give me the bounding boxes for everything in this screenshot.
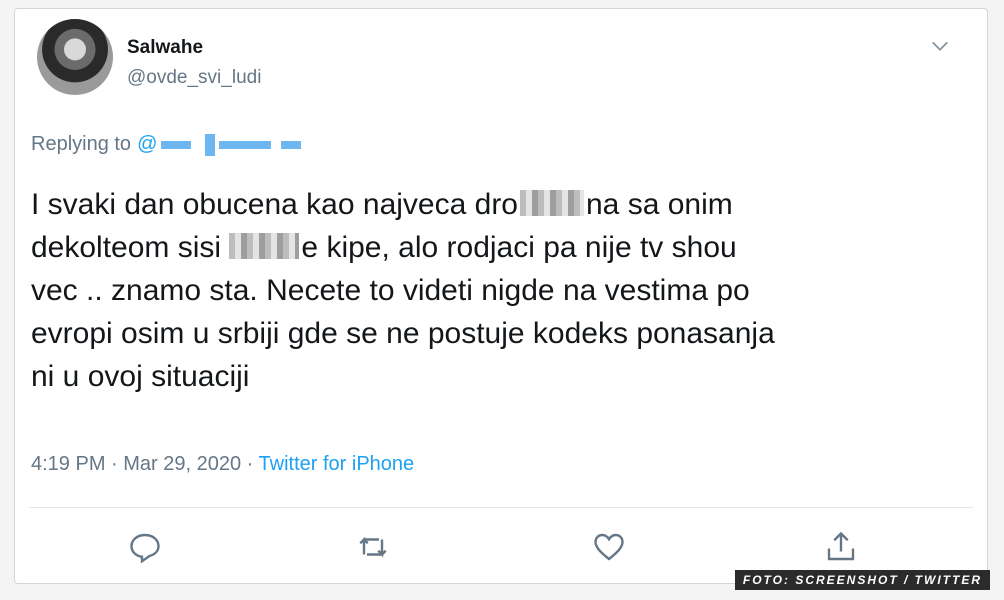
tweet-text-line: I svaki dan obucena kao najveca dro [31,188,518,221]
tweet-date[interactable]: Mar 29, 2020 [123,453,241,475]
pixelated-word [229,233,300,259]
chevron-down-icon[interactable] [929,35,951,57]
avatar[interactable] [37,19,113,95]
redacted-block [219,140,272,149]
redacted-block [205,133,216,156]
photo-credit-watermark: FOTO: SCREENSHOT / TWITTER [734,570,990,590]
tweet-text-line: na sa onim [586,188,733,221]
tweet-text-line: e kipe, alo rodjaci pa nije tv shou [301,231,737,264]
replying-handle-at: @ [137,133,158,155]
tweet-text-line: evropi osim u srbiji gde se ne postuje k… [31,317,775,350]
reply-icon[interactable] [127,529,163,565]
heart-icon[interactable] [591,529,627,565]
pixelated-word [520,190,584,216]
redacted-block [161,140,192,149]
tweet-text-line: ni u ovoj situaciji [31,360,250,393]
tweet-text-line: vec .. znamo sta. Necete to videti nigde… [31,274,750,307]
divider [29,507,973,508]
share-icon[interactable] [823,529,859,565]
retweet-icon[interactable] [355,529,391,565]
tweet-text-line: dekolteom sisi [31,231,222,264]
replying-label: Replying to [31,133,132,155]
replying-handle-link[interactable]: @ [137,133,302,156]
tweet-source[interactable]: Twitter for iPhone [259,453,415,475]
handle[interactable]: @ovde_svi_ludi [127,67,261,89]
redacted-block [281,140,302,149]
meta-separator: · [105,453,124,475]
display-name[interactable]: Salwahe [127,37,203,59]
meta-separator: · [241,453,259,475]
tweet-card: Salwahe @ovde_svi_ludi Replying to @ I s… [14,8,988,584]
tweet-text: I svaki dan obucena kao najveca dro na sa… [31,183,931,398]
replying-to: Replying to @ [31,133,302,156]
tweet-time[interactable]: 4:19 PM [31,453,105,475]
tweet-meta: 4:19 PM · Mar 29, 2020 · Twitter for iPh… [31,453,414,476]
tweet-actions [15,529,987,569]
